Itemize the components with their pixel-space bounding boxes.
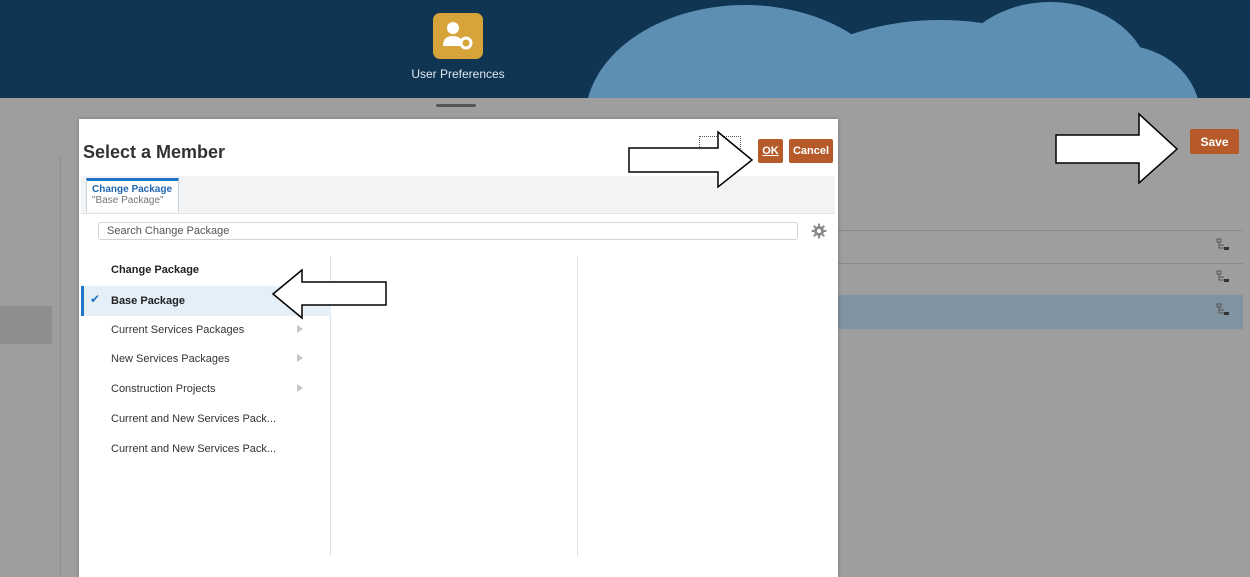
member-item[interactable]: Current and New Services Pack... bbox=[81, 434, 331, 464]
callout-arrow-left bbox=[271, 268, 387, 320]
checkmark-icon: ✔ bbox=[90, 292, 101, 306]
hierarchy-icon[interactable] bbox=[1216, 270, 1230, 284]
tab-change-package[interactable]: Change Package "Base Package" bbox=[86, 178, 179, 212]
member-label: Construction Projects bbox=[111, 383, 216, 395]
background-row-divider bbox=[838, 230, 1243, 231]
tab-title: Change Package bbox=[92, 184, 173, 195]
background-row-divider bbox=[838, 263, 1243, 264]
gear-icon[interactable] bbox=[811, 223, 827, 239]
app-header: User Preferences bbox=[0, 0, 1250, 98]
tab-subtitle: "Base Package" bbox=[92, 195, 164, 206]
dialog-title: Select a Member bbox=[83, 142, 226, 162]
background-divider bbox=[60, 155, 61, 577]
background-row-highlight bbox=[838, 295, 1243, 329]
member-label: Current and New Services Pack... bbox=[111, 443, 277, 455]
expand-arrow-icon[interactable] bbox=[297, 384, 303, 392]
drag-handle[interactable] bbox=[436, 104, 476, 107]
column-header: Change Package bbox=[111, 264, 200, 276]
background-side-item bbox=[0, 306, 52, 344]
hierarchy-icon[interactable] bbox=[1216, 303, 1230, 317]
cancel-button[interactable]: Cancel bbox=[789, 139, 833, 163]
save-button[interactable]: Save bbox=[1190, 129, 1239, 154]
callout-arrow-right bbox=[1055, 112, 1179, 185]
member-item[interactable]: New Services Packages bbox=[81, 344, 331, 374]
member-label: Current Services Packages bbox=[111, 324, 245, 336]
member-label: New Services Packages bbox=[111, 353, 230, 365]
member-label: Base Package bbox=[111, 295, 185, 307]
user-settings-icon[interactable] bbox=[433, 13, 483, 59]
app-label[interactable]: User Preferences bbox=[380, 67, 536, 81]
search-input[interactable] bbox=[98, 222, 798, 240]
ok-button[interactable]: OK bbox=[758, 139, 783, 163]
member-label: Current and New Services Pack... bbox=[111, 413, 277, 425]
expand-arrow-icon[interactable] bbox=[297, 354, 303, 362]
expand-arrow-icon[interactable] bbox=[297, 325, 303, 333]
member-item[interactable]: Current and New Services Pack... bbox=[81, 404, 331, 434]
hierarchy-icon[interactable] bbox=[1216, 238, 1230, 252]
column-divider bbox=[577, 256, 578, 556]
callout-arrow-right bbox=[628, 130, 754, 189]
member-item[interactable]: Construction Projects bbox=[81, 374, 331, 404]
